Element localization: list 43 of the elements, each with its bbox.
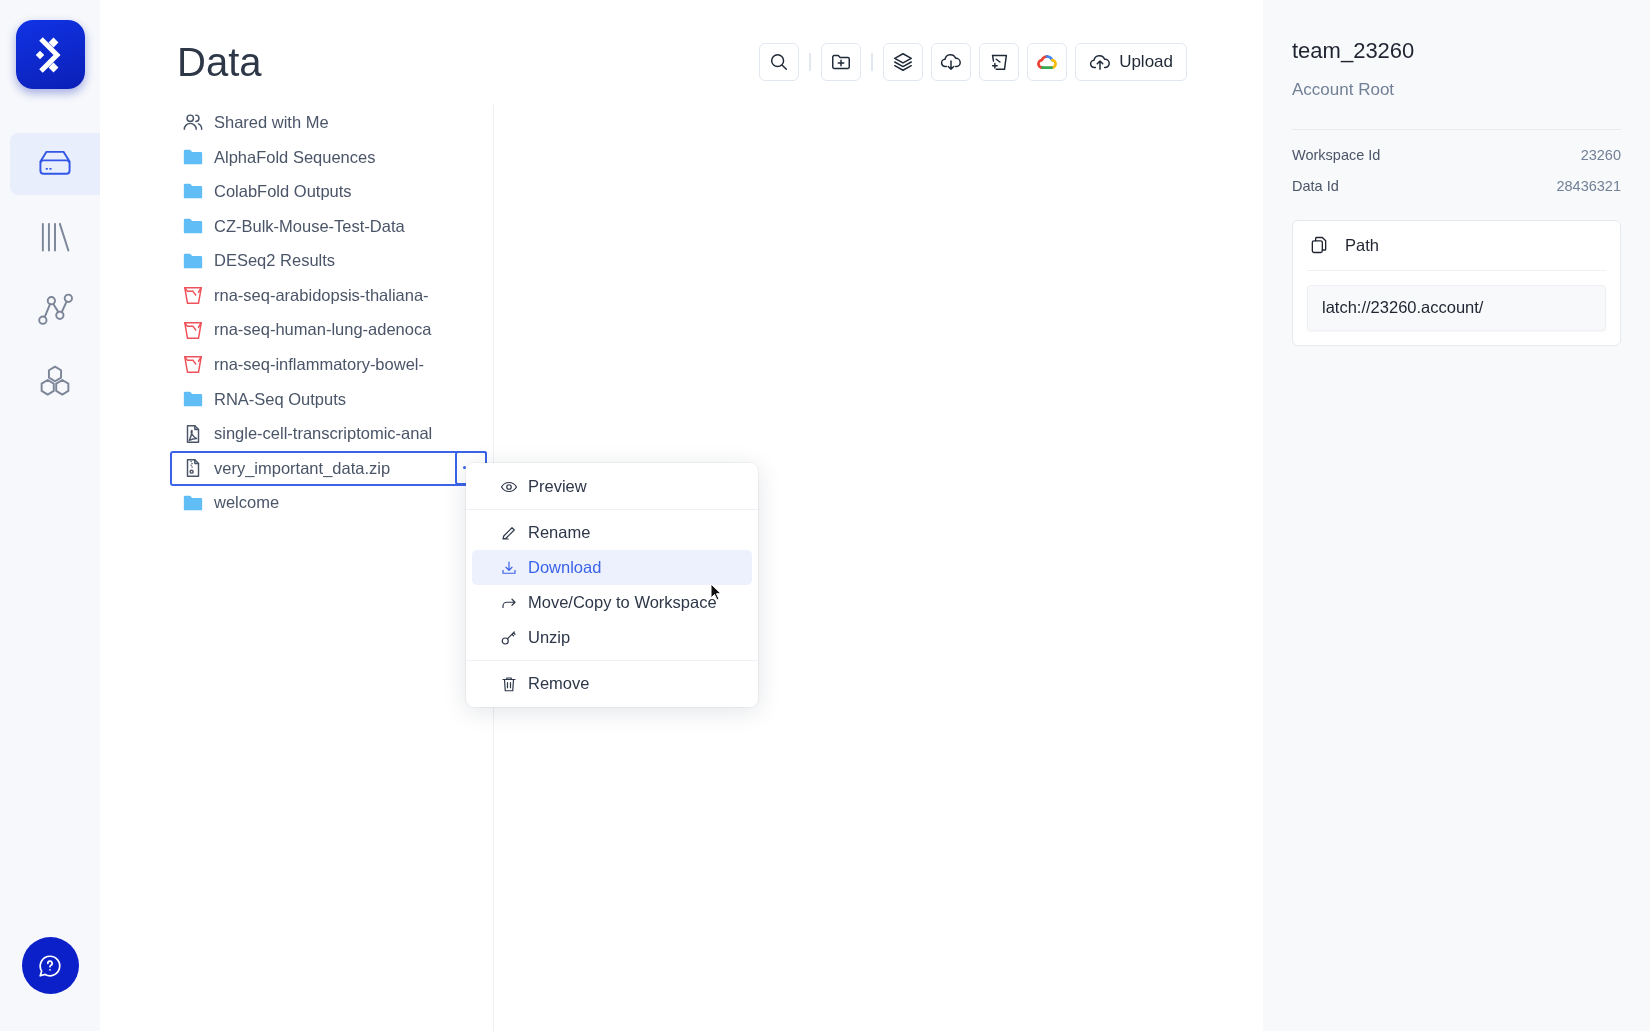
workspace-name: team_23260 — [1292, 38, 1416, 65]
layers-button[interactable] — [883, 43, 924, 81]
menu-item[interactable]: Remove — [472, 666, 752, 701]
search-button[interactable] — [759, 43, 800, 81]
file-row[interactable]: ColabFold Outputs — [170, 174, 487, 209]
file-row[interactable]: single-cell-transcriptomic-anal — [170, 416, 487, 451]
bucket-button[interactable] — [979, 43, 1020, 81]
menu-item[interactable]: Download — [472, 550, 752, 585]
file-row[interactable]: AlphaFold Sequences — [170, 139, 487, 175]
file-row[interactable]: CZ-Bulk-Mouse-Test-Data — [170, 208, 487, 244]
file-row[interactable]: rna-seq-inflammatory-bowel- — [170, 347, 487, 382]
field-value: 28436321 — [1556, 176, 1621, 196]
bucket-icon — [182, 353, 204, 376]
key-icon — [500, 628, 518, 647]
help-chat-icon — [37, 952, 63, 979]
file-row[interactable]: RNA-Seq Outputs — [170, 381, 487, 417]
logo-icon[interactable] — [15, 20, 85, 89]
help-button[interactable] — [21, 937, 79, 994]
graph-nodes-icon — [36, 291, 74, 325]
cloud-download-icon — [940, 51, 963, 73]
file-row[interactable]: DESeq2 Results — [170, 243, 487, 278]
cloud-download-button[interactable] — [931, 43, 972, 81]
cloud-provider-button[interactable] — [1027, 43, 1068, 81]
layers-icon — [892, 51, 915, 73]
file-row[interactable]: Shared with Me — [170, 105, 487, 140]
field-label: Workspace Id — [1292, 145, 1381, 165]
field-value: 23260 — [1580, 145, 1621, 165]
new-folder-button[interactable] — [821, 43, 862, 81]
nav-item[interactable] — [10, 133, 100, 195]
field-label: Data Id — [1292, 176, 1339, 196]
workspace-subtitle: Account Root — [1292, 79, 1396, 102]
path-label: Path — [1345, 234, 1379, 256]
trash-icon — [500, 674, 518, 693]
file-row[interactable]: rna-seq-human-lung-adenoca — [170, 312, 487, 348]
menu-item[interactable]: Move/Copy to Workspace — [472, 585, 752, 620]
file-row[interactable]: rna-seq-arabidopsis-thaliana- — [170, 277, 487, 313]
copy-icon — [1309, 235, 1329, 256]
upload-button[interactable]: Upload — [1075, 43, 1187, 81]
bucket-icon — [182, 284, 204, 307]
path-field[interactable]: latch://23260.account/ — [1307, 284, 1606, 331]
menu-item[interactable]: Unzip — [472, 620, 752, 655]
page-title: Data — [177, 39, 262, 86]
dot-icon — [463, 466, 466, 470]
